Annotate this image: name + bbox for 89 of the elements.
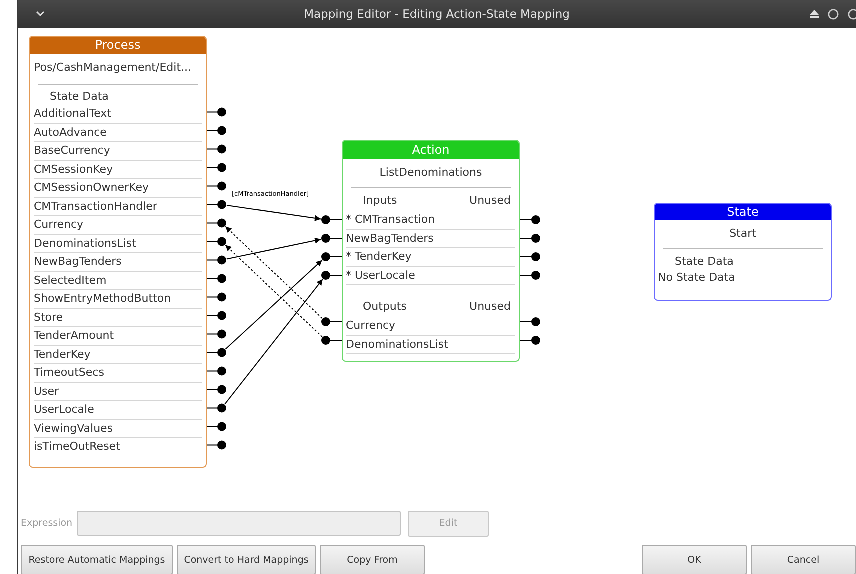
connection-port[interactable] — [322, 252, 342, 262]
process-node[interactable] — [29, 36, 207, 468]
connection-port[interactable] — [520, 234, 540, 243]
field-row[interactable]: UserLocale — [34, 401, 202, 420]
field-row[interactable]: NewBagTenders — [34, 253, 202, 272]
action-node[interactable]: Action ListDenominations Inputs Unused * CMTransaction NewBagTenders * TenderKey * UserLocale Outputs Unused Currency DenominationsList — [342, 140, 520, 362]
field-row[interactable]: CMTransactionHandler — [34, 198, 202, 216]
connection-port[interactable] — [520, 336, 540, 345]
connection-port[interactable] — [206, 311, 226, 320]
connection-port[interactable] — [206, 108, 226, 117]
section-label: Outputs — [363, 299, 407, 315]
connection-port[interactable] — [520, 216, 540, 224]
field-row[interactable]: BaseCurrency — [34, 142, 202, 160]
input-row[interactable]: * CMTransaction — [346, 211, 515, 230]
connection-port[interactable] — [206, 256, 226, 265]
connection-port[interactable] — [520, 318, 540, 326]
field-row[interactable]: ShowEntryMethodButton — [34, 290, 202, 308]
unused-label: Unused — [470, 299, 511, 315]
connection-port[interactable] — [206, 200, 226, 210]
node-header: Process — [30, 37, 206, 54]
input-row[interactable]: * TenderKey — [346, 248, 515, 266]
field-row[interactable]: CMSessionOwnerKey — [34, 179, 202, 198]
field-row[interactable]: CMSessionKey — [34, 160, 202, 179]
maximize-icon[interactable] — [848, 8, 856, 20]
field-row[interactable]: TenderAmount — [34, 327, 202, 346]
dialog-button[interactable]: Cancel — [751, 545, 856, 574]
connection-port[interactable] — [322, 234, 342, 243]
section-label: Inputs — [363, 193, 398, 209]
node-header: State — [655, 204, 831, 220]
connection-port[interactable] — [206, 366, 226, 376]
connection-port[interactable] — [206, 440, 226, 450]
field-row[interactable]: AdditionalText — [34, 105, 202, 124]
input-row[interactable]: NewBagTenders — [346, 230, 515, 248]
node-name: ListDenominations — [378, 165, 484, 181]
section-label: State Data — [674, 254, 735, 270]
mapping-arrow[interactable] — [225, 226, 323, 320]
output-row[interactable]: Currency — [346, 317, 515, 336]
connection-port[interactable] — [206, 292, 226, 302]
section-label: State Data — [49, 89, 110, 105]
connection-port[interactable] — [206, 348, 226, 358]
action-button[interactable]: Convert to Hard Mappings — [177, 545, 316, 574]
field-row[interactable]: Currency — [34, 216, 202, 234]
connection-port[interactable] — [206, 182, 226, 191]
node-header: Action — [343, 141, 519, 159]
mapping-arrow[interactable] — [225, 260, 323, 350]
field-row[interactable]: DenominationsList — [34, 234, 202, 253]
action-button[interactable]: Copy From — [320, 545, 425, 574]
mapping-arrow[interactable] — [224, 278, 324, 405]
minimize-icon[interactable] — [828, 8, 839, 20]
state-note: No State Data — [657, 270, 736, 286]
field-row[interactable]: isTimeOutReset — [34, 438, 202, 456]
eject-icon[interactable] — [810, 10, 819, 18]
connection-port[interactable] — [206, 422, 226, 432]
node-name: Start — [728, 226, 758, 242]
field-row[interactable]: Store — [34, 308, 202, 327]
connection-port[interactable] — [206, 404, 226, 413]
field-row[interactable]: User — [34, 382, 202, 401]
connection-port[interactable] — [206, 126, 226, 136]
expression-label: Expression — [21, 518, 74, 529]
connection-port[interactable] — [322, 216, 342, 224]
connection-port[interactable] — [206, 274, 226, 284]
field-row[interactable]: TenderKey — [34, 346, 202, 364]
connection-port[interactable] — [322, 271, 342, 280]
window-title: Mapping Editor - Editing Action-State Mapping — [303, 7, 571, 21]
mapping-arrow[interactable] — [226, 204, 322, 222]
connection-port[interactable] — [206, 218, 226, 228]
output-row[interactable]: DenominationsList — [346, 336, 515, 354]
connection-port[interactable] — [206, 163, 226, 172]
field-row[interactable]: AutoAdvance — [34, 124, 202, 142]
connection-port[interactable] — [206, 330, 226, 339]
connection-port[interactable] — [520, 271, 540, 280]
field-row[interactable]: TimeoutSecs — [34, 364, 202, 382]
connection-port[interactable] — [206, 385, 226, 394]
connection-port[interactable] — [322, 336, 342, 345]
node-name: Pos/CashManagement/Edit... — [33, 60, 192, 76]
chevron-icon[interactable] — [36, 11, 45, 17]
connection-port[interactable] — [206, 144, 226, 154]
mapping-arrow[interactable] — [226, 238, 322, 260]
field-row[interactable]: SelectedItem — [34, 272, 202, 290]
state-node[interactable]: State Start State Data No State Data — [654, 203, 832, 301]
input-row[interactable]: * UserLocale — [346, 266, 515, 285]
field-row[interactable]: ViewingValues — [34, 420, 202, 438]
action-button[interactable]: Restore Automatic Mappings — [21, 545, 173, 574]
dialog-button[interactable]: OK — [642, 545, 747, 574]
connection-port[interactable] — [520, 252, 540, 262]
connection-port[interactable] — [206, 237, 226, 246]
unused-label: Unused — [470, 193, 511, 209]
connection-port[interactable] — [322, 318, 342, 326]
mapping-arrow[interactable] — [225, 244, 323, 338]
